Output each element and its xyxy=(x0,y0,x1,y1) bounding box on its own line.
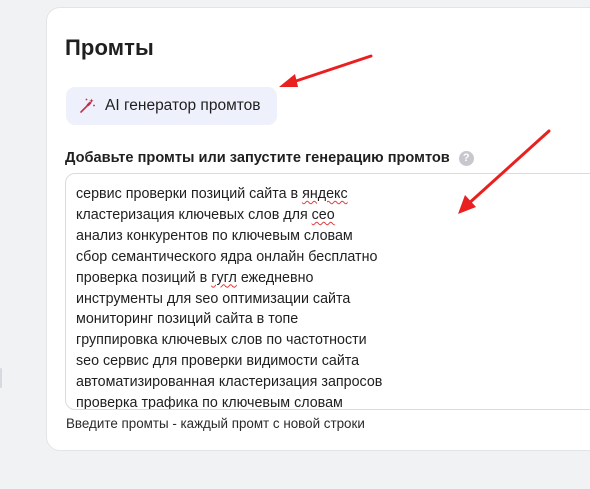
prompt-text-fragment: автоматизированная кластеризация запросо… xyxy=(76,374,383,391)
prompt-line: seo сервис для проверки видимости сайта xyxy=(76,351,590,372)
prompt-text-fragment: сбор семантического ядра онлайн бесплатн… xyxy=(76,248,378,265)
page-title: Промты xyxy=(65,35,154,60)
prompt-line: автоматизированная кластеризация запросо… xyxy=(76,372,590,393)
ai-prompt-generator-button[interactable]: AI генератор промтов xyxy=(66,87,277,125)
prompts-section-label: Добавьте промты или запустите генерацию … xyxy=(65,150,474,166)
prompt-text-fragment: сервис проверки позиций сайта в xyxy=(76,186,303,202)
prompt-line: группировка ключевых слов по частотности xyxy=(76,330,590,351)
prompt-text-fragment: кластеризация ключевых слов для xyxy=(76,206,312,223)
prompt-text-fragment: инструменты для seo оптимизации сайта xyxy=(76,290,351,307)
prompt-line: проверка позиций в гугл ежедневно xyxy=(76,268,590,289)
section-label-text: Добавьте промты или запустите генерацию … xyxy=(65,150,450,166)
prompt-text-fragment: проверка трафика по ключевым словам xyxy=(76,395,343,410)
prompt-text-fragment: группировка ключевых слов по частотности xyxy=(76,332,367,349)
prompt-line: проверка трафика по ключевым словам xyxy=(76,393,590,410)
sidebar-scroll-indicator xyxy=(0,368,2,388)
left-sidebar-strip xyxy=(0,0,17,489)
help-icon[interactable]: ? xyxy=(458,150,474,166)
prompts-textarea[interactable]: сервис проверки позиций сайта в яндекс кл… xyxy=(65,173,590,410)
prompt-text-fragment: гугл xyxy=(211,269,237,286)
ai-button-label: AI генератор промтов xyxy=(105,97,261,114)
prompt-line: мониторинг позиций сайта в топе xyxy=(76,309,590,330)
magic-wand-icon xyxy=(78,97,96,115)
prompt-text-fragment: яндекс xyxy=(302,186,348,202)
prompt-text-fragment: проверка позиций в xyxy=(76,269,212,286)
prompt-text-fragment: ежедневно xyxy=(236,269,314,286)
prompt-line: инструменты для seo оптимизации сайта xyxy=(76,289,590,310)
prompts-hint: Введите промты - каждый промт с новой ст… xyxy=(66,416,365,431)
prompt-line: анализ конкурентов по ключевым словам xyxy=(76,226,590,247)
prompt-line: сбор семантического ядра онлайн бесплатн… xyxy=(76,247,590,268)
prompt-text-fragment: сео xyxy=(311,206,335,223)
prompt-line: сервис проверки позиций сайта в яндекс xyxy=(76,184,590,205)
prompt-line: кластеризация ключевых слов для сео xyxy=(76,205,590,226)
prompt-text-fragment: seo сервис для проверки видимости сайта xyxy=(76,353,360,370)
prompts-card: Промты AI генератор промтов Добавьте про… xyxy=(46,7,590,451)
prompt-text-fragment: мониторинг позиций сайта в топе xyxy=(76,311,299,328)
prompt-text-fragment: анализ конкурентов по ключевым словам xyxy=(76,227,353,244)
